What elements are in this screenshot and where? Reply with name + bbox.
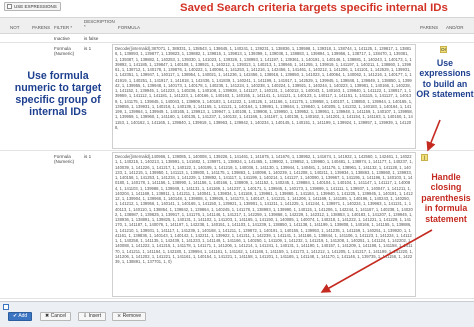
action-bar: ✔ Add ✖ Cancel ⇩ Insert ⨯ Remove [0,301,474,327]
cancel-button-label: Cancel [50,313,67,319]
annotation-arrows [320,119,441,293]
add-button[interactable]: ✔ Add [8,312,33,321]
arrow-to-closing-paren [320,229,433,293]
remove-button-label: Remove [122,313,142,319]
arrow-to-or-select [426,119,441,152]
cancel-button[interactable]: ✖ Cancel [40,312,72,321]
new-row-input[interactable] [3,304,9,310]
insert-button[interactable]: ⇩ Insert [78,312,107,321]
insert-button-label: Insert [88,313,102,319]
remove-button[interactable]: ⨯ Remove [112,312,147,321]
add-button-label: Add [18,313,28,319]
